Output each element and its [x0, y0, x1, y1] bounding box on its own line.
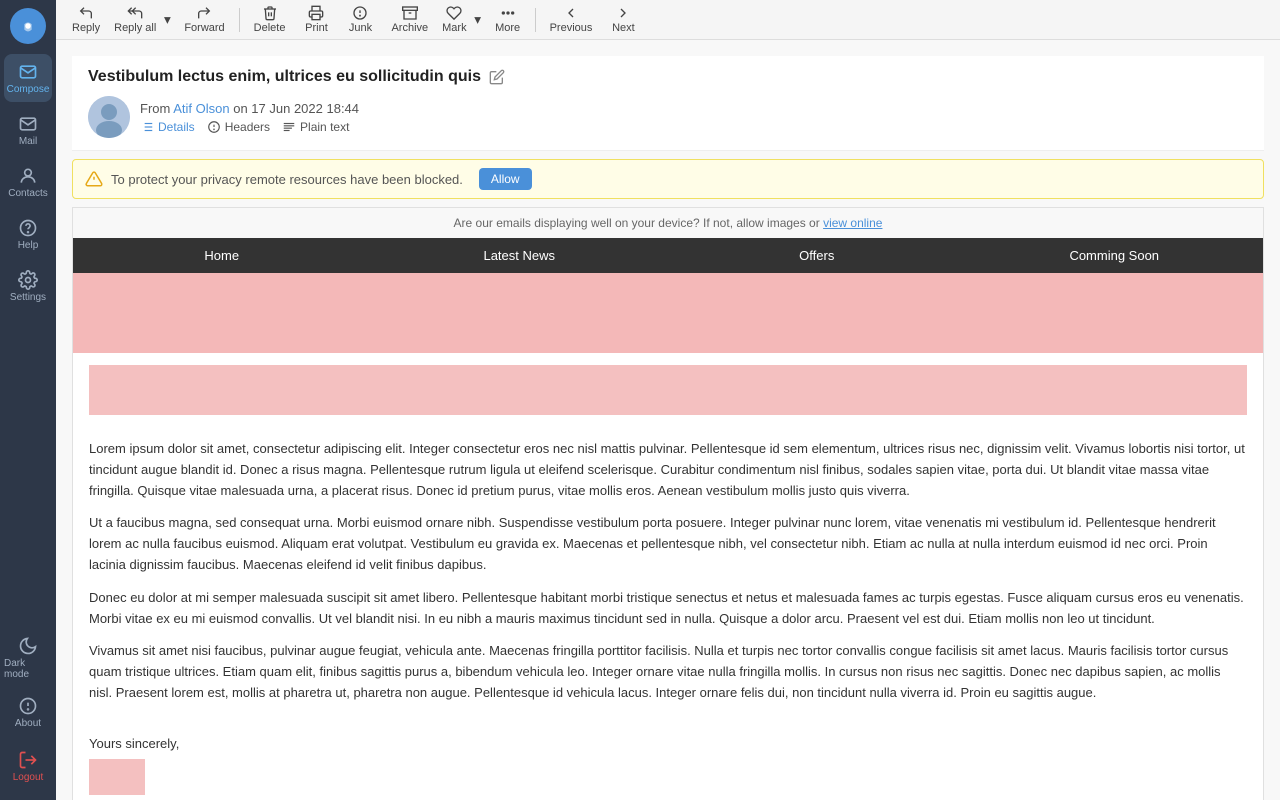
- meta-links: Details Headers Plain text: [140, 120, 1248, 134]
- forward-button[interactable]: Forward: [176, 2, 232, 38]
- reply-button[interactable]: Reply: [64, 2, 108, 38]
- signature-image: [89, 759, 145, 795]
- sender-name: Atif Olson: [173, 101, 229, 116]
- email-content-area: Vestibulum lectus enim, ultrices eu soll…: [56, 40, 1280, 800]
- sidebar-item-contacts-label: Contacts: [8, 188, 47, 199]
- email-meta: From Atif Olson on 17 Jun 2022 18:44 Det…: [88, 96, 1248, 138]
- sidebar-item-about-label: About: [15, 718, 41, 729]
- email-banner-top: [73, 273, 1263, 353]
- sidebar-item-mail-label: Mail: [19, 136, 37, 147]
- email-nav-bar: Home Latest News Offers Comming Soon: [73, 238, 1263, 273]
- sidebar-item-compose-label: Compose: [7, 84, 50, 95]
- reply-all-label: Reply all: [114, 22, 156, 34]
- junk-label: Junk: [349, 22, 372, 34]
- from-label: From: [140, 101, 170, 116]
- top-notice-text: Are our emails displaying well on your d…: [454, 216, 820, 230]
- headers-tab-label: Headers: [225, 120, 270, 134]
- delete-button[interactable]: Delete: [246, 2, 294, 38]
- warning-icon: [85, 170, 103, 188]
- details-tab-label: Details: [158, 120, 195, 134]
- email-header: Vestibulum lectus enim, ultrices eu soll…: [72, 56, 1264, 151]
- mark-split-button[interactable]: Mark ▾: [438, 2, 484, 38]
- plain-text-tab-label: Plain text: [300, 120, 349, 134]
- sidebar-item-settings-label: Settings: [10, 292, 46, 303]
- email-nav-latestnews[interactable]: Latest News: [371, 238, 669, 273]
- archive-label: Archive: [391, 22, 428, 34]
- sidebar-bottom: Dark mode About Logout: [4, 632, 52, 800]
- reply-all-button[interactable]: Reply all: [110, 2, 160, 38]
- next-button[interactable]: Next: [602, 2, 644, 38]
- email-nav-home[interactable]: Home: [73, 238, 371, 273]
- sidebar: Compose Mail Contacts Help Settings Dark…: [0, 0, 56, 800]
- more-label: More: [495, 22, 520, 34]
- details-tab[interactable]: Details: [140, 120, 195, 134]
- subject-text: Vestibulum lectus enim, ultrices eu soll…: [88, 68, 481, 86]
- reply-all-dropdown[interactable]: ▾: [160, 2, 174, 38]
- toolbar-sep-1: [239, 8, 240, 32]
- privacy-warning: To protect your privacy remote resources…: [72, 159, 1264, 199]
- sidebar-item-settings[interactable]: Settings: [4, 262, 52, 310]
- next-label: Next: [612, 22, 635, 34]
- reply-label: Reply: [72, 22, 100, 34]
- sidebar-item-about[interactable]: About: [4, 688, 52, 736]
- sidebar-item-darkmode-label: Dark mode: [4, 658, 52, 680]
- mark-dropdown[interactable]: ▾: [471, 2, 485, 38]
- print-button[interactable]: Print: [295, 2, 337, 38]
- sender-link[interactable]: Atif Olson: [173, 101, 229, 116]
- email-nav-offers[interactable]: Offers: [668, 238, 966, 273]
- sidebar-item-darkmode[interactable]: Dark mode: [4, 634, 52, 682]
- avatar: [88, 96, 130, 138]
- view-online-label: view online: [823, 216, 882, 230]
- email-para-2: Ut a faucibus magna, sed consequat urna.…: [89, 513, 1247, 575]
- sidebar-item-help-label: Help: [18, 240, 39, 251]
- allow-button[interactable]: Allow: [479, 168, 532, 190]
- text-icon: [282, 120, 296, 134]
- edit-subject-icon[interactable]: [489, 69, 505, 85]
- sidebar-item-contacts[interactable]: Contacts: [4, 158, 52, 206]
- privacy-warning-text: To protect your privacy remote resources…: [111, 172, 463, 187]
- app-logo: [10, 8, 46, 44]
- reply-all-split-button[interactable]: Reply all ▾: [110, 2, 174, 38]
- email-top-notice: Are our emails displaying well on your d…: [73, 208, 1263, 238]
- email-nav-comingsoon[interactable]: Comming Soon: [966, 238, 1264, 273]
- sidebar-item-help[interactable]: Help: [4, 210, 52, 258]
- sidebar-item-mail[interactable]: Mail: [4, 106, 52, 154]
- archive-button[interactable]: Archive: [383, 2, 436, 38]
- toolbar: Reply Reply all ▾ Forward Delete Print J…: [56, 0, 1280, 40]
- email-text-content: Lorem ipsum dolor sit amet, consectetur …: [73, 427, 1263, 728]
- sidebar-item-compose[interactable]: Compose: [4, 54, 52, 102]
- meta-from: From Atif Olson on 17 Jun 2022 18:44: [140, 101, 1248, 116]
- headers-tab[interactable]: Headers: [207, 120, 270, 134]
- previous-label: Previous: [550, 22, 593, 34]
- more-button[interactable]: More: [487, 2, 529, 38]
- toolbar-sep-2: [535, 8, 536, 32]
- email-para-1: Lorem ipsum dolor sit amet, consectetur …: [89, 439, 1247, 501]
- sidebar-item-logout[interactable]: Logout: [4, 742, 52, 790]
- yours-sincerely: Yours sincerely,: [89, 736, 1247, 751]
- meta-info: From Atif Olson on 17 Jun 2022 18:44 Det…: [140, 101, 1248, 134]
- email-date: on 17 Jun 2022 18:44: [233, 101, 359, 116]
- print-label: Print: [305, 22, 328, 34]
- email-signature: Yours sincerely, Atif Olson Company To u…: [73, 728, 1263, 800]
- delete-label: Delete: [254, 22, 286, 34]
- info-icon: [207, 120, 221, 134]
- view-online-link[interactable]: view online: [823, 216, 882, 230]
- previous-button[interactable]: Previous: [542, 2, 601, 38]
- mark-label: Mark: [442, 22, 466, 34]
- main-content: Reply Reply all ▾ Forward Delete Print J…: [56, 0, 1280, 800]
- plain-text-tab[interactable]: Plain text: [282, 120, 349, 134]
- email-body: Are our emails displaying well on your d…: [72, 207, 1264, 800]
- email-para-4: Vivamus sit amet nisi faucibus, pulvinar…: [89, 641, 1247, 703]
- email-para-3: Donec eu dolor at mi semper malesuada su…: [89, 588, 1247, 630]
- junk-button[interactable]: Junk: [339, 2, 381, 38]
- email-banner-mid: [89, 365, 1247, 415]
- mark-button[interactable]: Mark: [438, 2, 470, 38]
- sidebar-item-logout-label: Logout: [13, 772, 44, 783]
- email-subject: Vestibulum lectus enim, ultrices eu soll…: [88, 68, 1248, 86]
- forward-label: Forward: [184, 22, 224, 34]
- list-icon: [140, 120, 154, 134]
